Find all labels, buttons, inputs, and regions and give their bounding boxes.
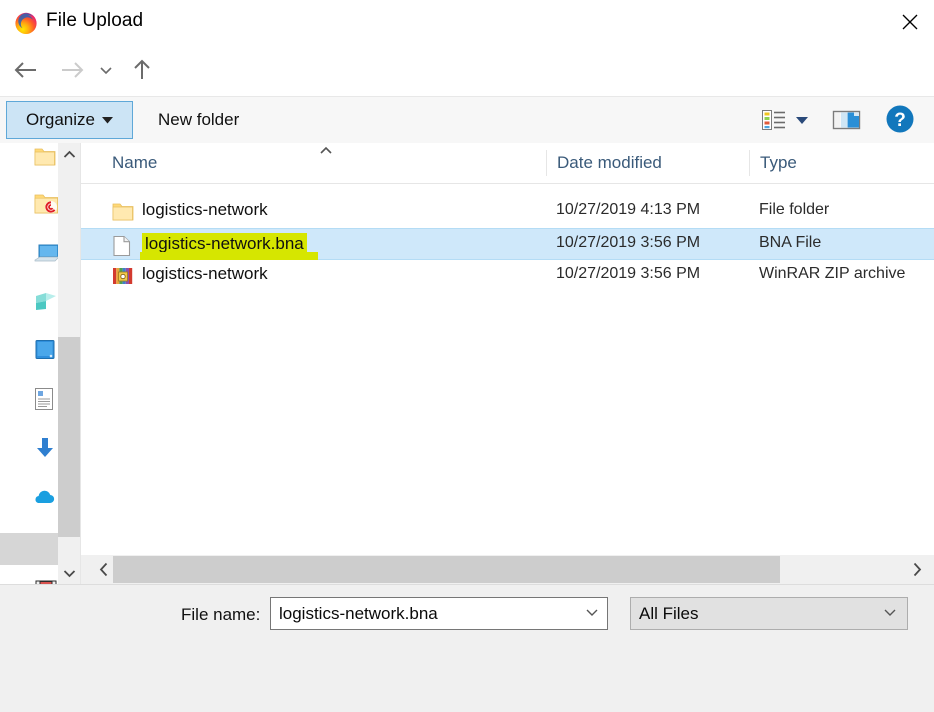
- nav-icon-documents[interactable]: [34, 387, 54, 416]
- close-button[interactable]: [886, 0, 934, 44]
- file-type-filter-value: All Files: [639, 604, 699, 623]
- file-list-horizontal-scrollbar[interactable]: [81, 555, 934, 584]
- file-list[interactable]: Name Date modified Type logistics-networ…: [81, 143, 934, 555]
- nav-icon-this-pc[interactable]: [34, 243, 58, 270]
- chevron-up-icon: [63, 150, 75, 158]
- help-button[interactable]: ?: [885, 104, 915, 134]
- file-date-modified: 10/27/2019 3:56 PM: [556, 265, 701, 282]
- scroll-right-button[interactable]: [904, 555, 930, 584]
- chevron-down-icon: [63, 569, 75, 577]
- up-one-level-button[interactable]: [122, 46, 162, 94]
- up-arrow-icon: [134, 59, 150, 79]
- recent-locations-button[interactable]: [92, 46, 120, 94]
- file-type: BNA File: [759, 234, 822, 251]
- file-upload-dialog: File Upload Organize New folder ? Name D…: [0, 0, 934, 712]
- scrollbar-thumb[interactable]: [113, 556, 780, 583]
- chevron-right-icon: [913, 562, 922, 577]
- change-view-button[interactable]: [757, 105, 791, 135]
- firefox-icon: [14, 11, 38, 35]
- column-header-date-modified[interactable]: Date modified: [546, 150, 662, 176]
- navigation-row: « logistics-usecase ❯ backend: [0, 46, 934, 135]
- column-header-row: Name Date modified Type: [81, 143, 934, 184]
- title-bar: File Upload: [0, 0, 934, 46]
- chevron-down-icon[interactable]: [585, 606, 599, 620]
- dialog-footer: File name: logistics-network.bna All Fil…: [0, 584, 934, 712]
- table-row[interactable]: logistics-network 10/27/2019 3:56 PM Win…: [81, 260, 934, 292]
- nav-icon-creative-cloud-folder[interactable]: [34, 193, 58, 220]
- scroll-up-button[interactable]: [58, 143, 80, 165]
- file-name: logistics-network: [142, 264, 268, 283]
- nav-icon-network-drive[interactable]: [34, 291, 58, 318]
- highlighter-mark-filename: [140, 252, 318, 260]
- change-view-dropdown[interactable]: [791, 105, 813, 135]
- file-type: WinRAR ZIP archive: [759, 265, 906, 282]
- new-folder-button[interactable]: New folder: [146, 101, 251, 139]
- nav-pane-scrollbar[interactable]: [58, 143, 80, 584]
- page-title: File Upload: [46, 10, 144, 31]
- table-row[interactable]: logistics-network 10/27/2019 4:13 PM Fil…: [81, 196, 934, 228]
- command-bar: Organize New folder ?: [0, 96, 934, 143]
- sort-ascending-icon: [319, 145, 333, 157]
- file-type-filter-dropdown[interactable]: All Files: [630, 597, 908, 630]
- close-icon: [902, 14, 918, 30]
- column-header-type[interactable]: Type: [749, 150, 797, 176]
- forward-arrow-icon: [62, 62, 84, 78]
- file-name-value: logistics-network.bna: [279, 604, 438, 623]
- view-layout-icon: [762, 110, 785, 130]
- new-folder-label: New folder: [158, 110, 240, 129]
- preview-pane-icon: [832, 110, 861, 130]
- file-date-modified: 10/27/2019 3:56 PM: [556, 234, 701, 251]
- nav-icon-onedrive[interactable]: [34, 489, 56, 512]
- help-icon: ?: [886, 105, 914, 133]
- back-button[interactable]: [6, 46, 46, 94]
- blank-document-icon: [112, 235, 134, 257]
- navigation-pane[interactable]: [0, 143, 58, 584]
- file-date-modified: 10/27/2019 4:13 PM: [556, 201, 701, 218]
- chevron-down-icon: [796, 117, 808, 124]
- chevron-down-icon: [100, 67, 112, 75]
- file-name-label: File name:: [181, 605, 261, 624]
- back-arrow-icon: [14, 62, 36, 78]
- chevron-down-icon: [101, 117, 113, 124]
- preview-pane-button[interactable]: [831, 105, 863, 135]
- chevron-left-icon: [99, 562, 108, 577]
- forward-button[interactable]: [52, 46, 92, 94]
- file-type: File folder: [759, 201, 830, 218]
- organize-label: Organize: [26, 110, 95, 129]
- column-header-name[interactable]: Name: [112, 143, 157, 183]
- nav-icon-folder[interactable]: [34, 147, 56, 172]
- svg-text:?: ?: [894, 110, 906, 131]
- chevron-down-icon[interactable]: [883, 606, 897, 620]
- nav-pane-selected-row: [0, 533, 58, 565]
- scrollbar-thumb[interactable]: [58, 337, 80, 537]
- file-name: logistics-network: [142, 200, 268, 219]
- organize-button[interactable]: Organize: [6, 101, 133, 139]
- winrar-archive-icon: [112, 266, 134, 288]
- nav-icon-local-disk[interactable]: [34, 339, 56, 366]
- folder-icon: [112, 202, 134, 224]
- scroll-down-button[interactable]: [58, 562, 80, 584]
- file-name-input[interactable]: logistics-network.bna: [270, 597, 608, 630]
- nav-icon-downloads[interactable]: [34, 437, 56, 464]
